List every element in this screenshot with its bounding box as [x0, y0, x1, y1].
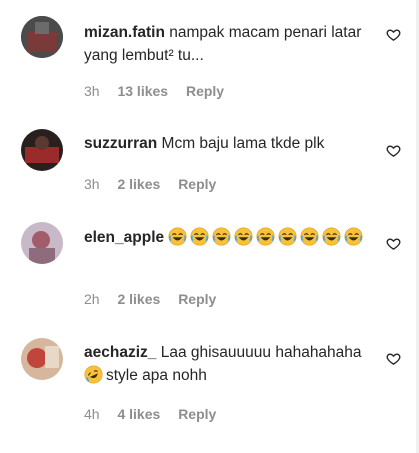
heart-outline-icon[interactable] [386, 27, 401, 42]
face-with-tears-of-joy-emoji [212, 227, 231, 246]
avatar[interactable] [21, 338, 63, 380]
face-with-tears-of-joy-emoji [300, 227, 319, 246]
reply-button[interactable]: Reply [178, 406, 216, 422]
reply-button[interactable]: Reply [186, 83, 224, 99]
avatar[interactable] [21, 129, 63, 171]
comment-body: elen_apple 😂😂😂😂😂😂😂😂😂 [84, 226, 376, 249]
comment-likes[interactable]: 4 likes [117, 406, 160, 422]
comment-username[interactable]: mizan.fatin [84, 24, 165, 41]
comment-likes[interactable]: 2 likes [117, 176, 160, 192]
comment-meta: 3h 2 likes Reply [84, 176, 230, 192]
heart-outline-icon[interactable] [386, 351, 401, 366]
face-with-tears-of-joy-emoji [322, 227, 341, 246]
face-with-tears-of-joy-emoji [168, 227, 187, 246]
emoji-row [168, 227, 366, 246]
comment-meta: 3h 13 likes Reply [84, 83, 238, 99]
face-with-tears-of-joy-emoji [344, 227, 363, 246]
comment-meta: 4h 4 likes Reply [84, 406, 230, 422]
comment-meta: 2h 2 likes Reply [84, 291, 230, 307]
rolling-on-floor-laughing-emoji [84, 365, 103, 384]
comment-body: aechaziz_ Laa ghisauuuuu hahahahaha styl… [84, 341, 376, 387]
face-with-tears-of-joy-emoji [234, 227, 253, 246]
comment-time[interactable]: 2h [84, 291, 100, 307]
comment-text: Mcm baju lama tkde plk [161, 135, 325, 152]
comment-likes[interactable]: 13 likes [117, 83, 168, 99]
comment-username[interactable]: aechaziz_ [84, 344, 156, 361]
heart-outline-icon[interactable] [386, 143, 401, 158]
comment-text: Laa ghisauuuuu hahahahaha [160, 344, 362, 361]
comment-body: suzzurran Mcm baju lama tkde plk [84, 132, 376, 155]
avatar-image [21, 129, 63, 171]
comment-text-continued: style apa nohh [106, 367, 207, 384]
avatar[interactable] [21, 222, 63, 264]
heart-outline-icon[interactable] [386, 236, 401, 251]
comment-time[interactable]: 3h [84, 176, 100, 192]
comment-time[interactable]: 3h [84, 83, 100, 99]
comment-body: mizan.fatin nampak macam penari latar ya… [84, 21, 376, 67]
face-with-tears-of-joy-emoji [256, 227, 275, 246]
avatar-image [21, 16, 63, 58]
comment-username[interactable]: suzzurran [84, 135, 157, 152]
face-with-tears-of-joy-emoji [278, 227, 297, 246]
face-with-tears-of-joy-emoji [190, 227, 209, 246]
reply-button[interactable]: Reply [178, 291, 216, 307]
comment-username[interactable]: elen_apple [84, 229, 164, 246]
comment-likes[interactable]: 2 likes [117, 291, 160, 307]
avatar-image [21, 222, 63, 264]
avatar-image [21, 338, 63, 380]
reply-button[interactable]: Reply [178, 176, 216, 192]
avatar[interactable] [21, 16, 63, 58]
comment-time[interactable]: 4h [84, 406, 100, 422]
